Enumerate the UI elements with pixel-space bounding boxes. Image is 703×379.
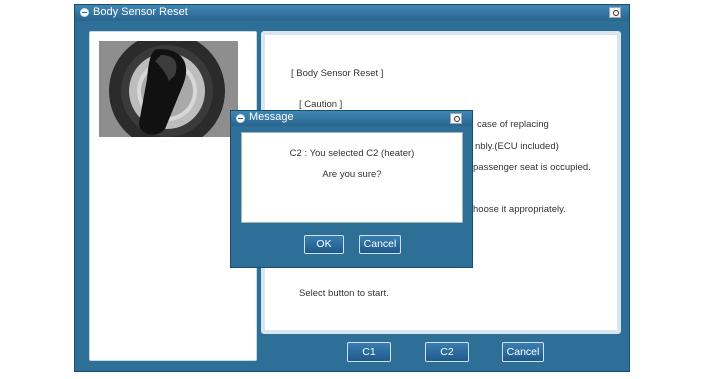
instruction-line-3: passenger seat is occupied. <box>473 162 591 173</box>
instruction-line-4: hoose it appropriately. <box>473 204 566 215</box>
dialog-menu-icon[interactable] <box>236 114 245 123</box>
ok-button[interactable]: OK <box>304 235 344 254</box>
dialog-message-line-2: Are you sure? <box>322 169 382 180</box>
heading-text: [ Body Sensor Reset ] <box>291 68 384 79</box>
ignition-switch-image <box>99 41 238 137</box>
instruction-line-2: nbly.(ECU included) <box>475 141 559 152</box>
cancel-button[interactable]: Cancel <box>502 342 544 362</box>
dialog-message-line-1: C2 : You selected C2 (heater) <box>289 148 415 159</box>
caution-text: [ Caution ] <box>299 99 343 110</box>
instruction-line-1: case of replacing <box>477 119 549 130</box>
app-menu-icon[interactable] <box>80 8 89 17</box>
dialog-cancel-button[interactable]: Cancel <box>359 235 401 254</box>
dialog-title: Message <box>249 111 294 123</box>
dialog-message-box: C2 : You selected C2 (heater) Are you su… <box>241 132 463 223</box>
dialog-control-icon[interactable] <box>450 113 462 124</box>
c2-button[interactable]: C2 <box>425 342 469 362</box>
window-control-icon[interactable] <box>609 7 621 18</box>
dialog-titlebar: Message <box>231 111 472 126</box>
message-dialog: Message C2 : You selected C2 (heater) Ar… <box>230 110 473 268</box>
start-prompt-text: Select button to start. <box>299 288 389 299</box>
c1-button[interactable]: C1 <box>347 342 391 362</box>
window-title: Body Sensor Reset <box>93 6 188 18</box>
window-titlebar: Body Sensor Reset <box>75 5 629 21</box>
